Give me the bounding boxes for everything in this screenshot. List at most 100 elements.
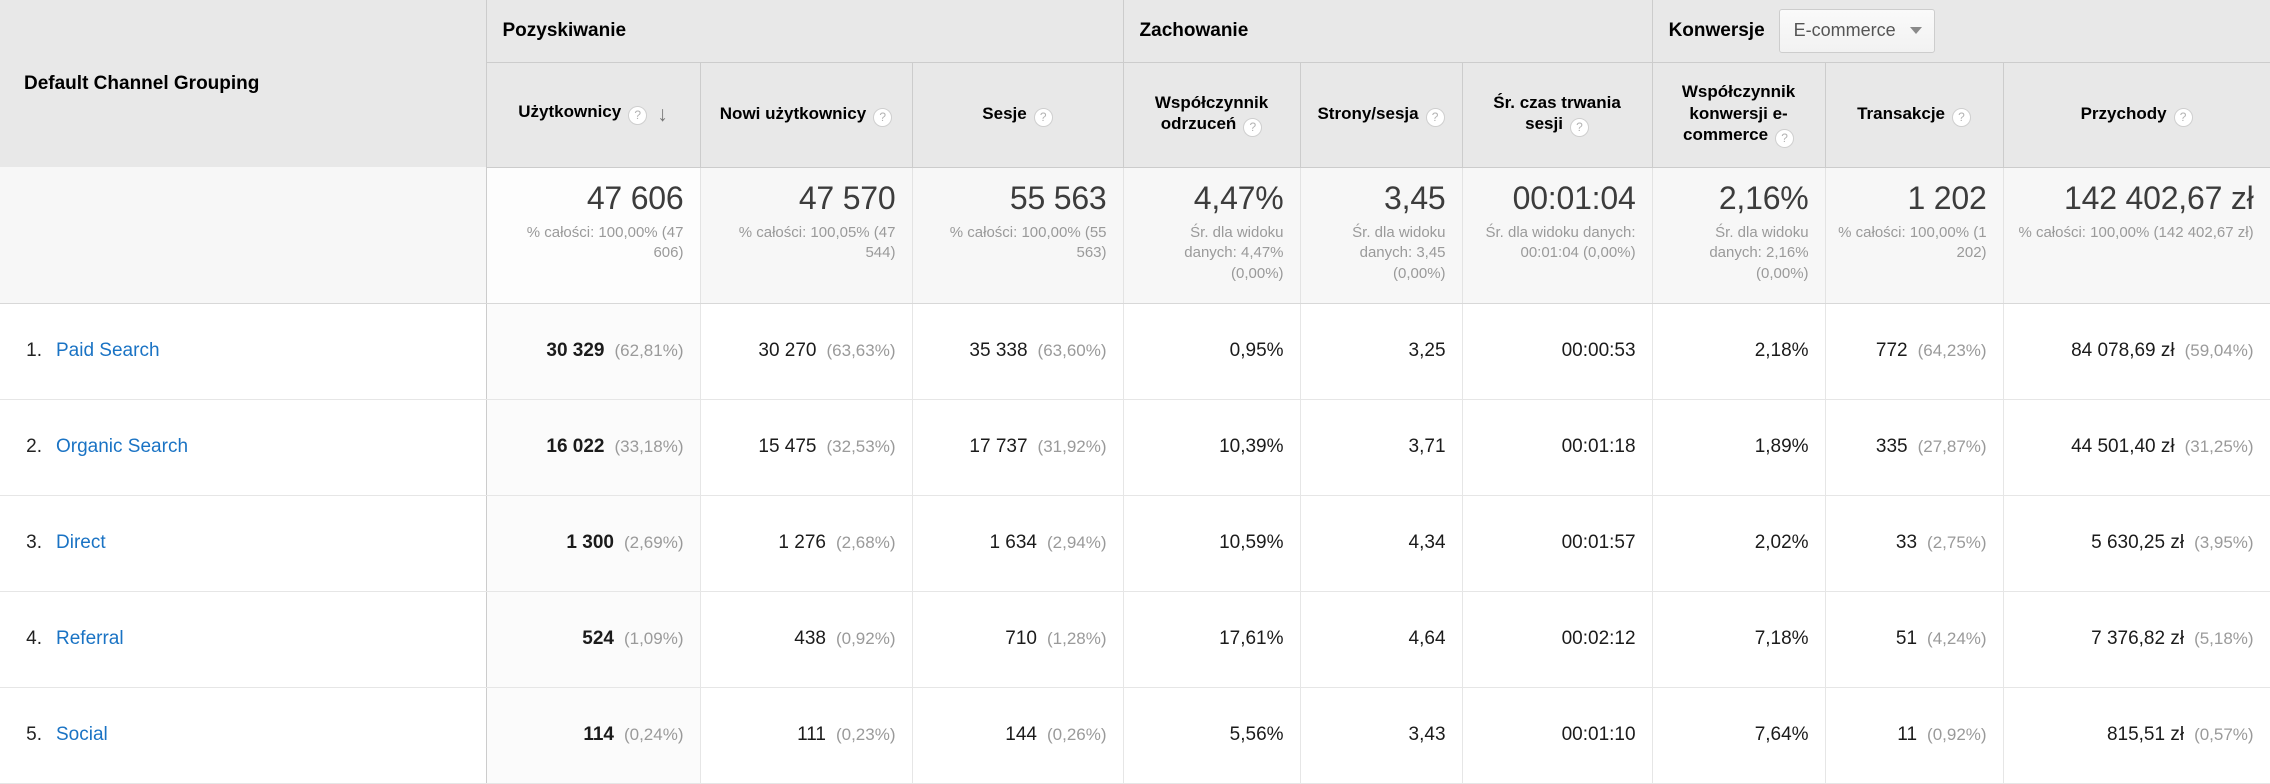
cell-users: 16 022 (33,18%) bbox=[486, 399, 701, 496]
value-sessions-pct: (0,26%) bbox=[1047, 725, 1107, 744]
dimension-header-label: Default Channel Grouping bbox=[24, 72, 260, 94]
help-icon[interactable]: ? bbox=[628, 105, 648, 125]
value-transactions: 772 bbox=[1875, 340, 1908, 361]
help-icon[interactable]: ? bbox=[873, 107, 893, 127]
column-header-bounce-rate[interactable]: Współczynnik odrzuceń? bbox=[1123, 62, 1301, 168]
column-header-transactions[interactable]: Transakcje? bbox=[1825, 62, 2004, 168]
channel-link[interactable]: Organic Search bbox=[56, 436, 188, 458]
cell-revenue: 815,51 zł (0,57%) bbox=[2003, 687, 2270, 784]
help-icon[interactable]: ? bbox=[1952, 107, 1972, 127]
value-users-pct: (1,09%) bbox=[623, 629, 684, 648]
value-users: 524 bbox=[582, 628, 614, 649]
row-dimension-cell: 4. Referral bbox=[0, 591, 487, 688]
dimension-header-cell[interactable]: Default Channel Grouping bbox=[0, 0, 487, 167]
value-sessions: 17 737 bbox=[969, 436, 1028, 457]
column-header-new-users[interactable]: Nowi użytkownicy? bbox=[700, 62, 913, 168]
column-header-revenue[interactable]: Przychody? bbox=[2003, 62, 2270, 168]
conversion-type-dropdown[interactable]: E-commerce bbox=[1778, 8, 1935, 53]
value-new-users-pct: (0,92%) bbox=[835, 629, 896, 648]
value-users-pct: (62,81%) bbox=[614, 341, 684, 360]
channel-link[interactable]: Paid Search bbox=[56, 340, 160, 362]
summary-value-ecommerce-conversion-rate: 2,16% bbox=[1718, 179, 1809, 216]
channel-link[interactable]: Social bbox=[56, 724, 108, 746]
cell-pages-per-session: 4,34 bbox=[1300, 495, 1463, 592]
group-header-behavior: Zachowanie bbox=[1123, 0, 1653, 63]
value-revenue-pct: (59,04%) bbox=[2184, 341, 2254, 360]
table-row: 5. Social 114 (0,24%) 111 (0,23%) 144 (0,26… bbox=[0, 687, 2270, 784]
summary-cell-sessions: 55 563 % całości: 100,00% (55 563) bbox=[912, 167, 1124, 304]
table-row: 4. Referral 524 (1,09%) 438 (0,92%) 710 (1,… bbox=[0, 591, 2270, 688]
cell-avg-session-duration: 00:01:57 bbox=[1462, 495, 1653, 592]
cell-avg-session-duration: 00:01:18 bbox=[1462, 399, 1653, 496]
cell-sessions: 144 (0,26%) bbox=[912, 687, 1124, 784]
column-header-sessions[interactable]: Sesje? bbox=[912, 62, 1124, 168]
cell-revenue: 44 501,40 zł (31,25%) bbox=[2003, 399, 2270, 496]
help-icon[interactable]: ? bbox=[1425, 107, 1445, 127]
value-revenue: 84 078,69 zł bbox=[2071, 340, 2175, 361]
value-users-pct: (2,69%) bbox=[623, 533, 684, 552]
value-revenue: 5 630,25 zł bbox=[2091, 532, 2185, 553]
channel-link[interactable]: Referral bbox=[56, 628, 124, 650]
column-header-ecommerce-conversion-rate[interactable]: Współczynnik konwersji e-commerce? bbox=[1652, 62, 1826, 168]
sort-descending-icon[interactable]: ↓ bbox=[657, 102, 668, 129]
value-revenue: 7 376,82 zł bbox=[2091, 628, 2185, 649]
help-icon[interactable]: ? bbox=[2173, 107, 2193, 127]
help-icon[interactable]: ? bbox=[1033, 107, 1053, 127]
cell-bounce-rate: 0,95% bbox=[1123, 303, 1301, 400]
cell-avg-session-duration: 00:00:53 bbox=[1462, 303, 1653, 400]
conversion-type-value: E-commerce bbox=[1793, 20, 1896, 41]
summary-subtext-revenue: % całości: 100,00% (142 402,67 zł) bbox=[2018, 224, 2254, 242]
value-new-users-pct: (0,23%) bbox=[835, 725, 896, 744]
value-users-pct: (0,24%) bbox=[623, 725, 684, 744]
row-dimension-cell: 3. Direct bbox=[0, 495, 487, 592]
group-header-conversions: Konwersje E-commerce bbox=[1652, 0, 2270, 63]
summary-value-revenue: 142 402,67 zł bbox=[2064, 179, 2254, 216]
row-dimension-cell: 1. Paid Search bbox=[0, 303, 487, 400]
summary-cell-avg-session-duration: 00:01:04 Śr. dla widoku danych: 00:01:04… bbox=[1462, 167, 1653, 304]
cell-users: 30 329 (62,81%) bbox=[486, 303, 701, 400]
cell-revenue: 5 630,25 zł (3,95%) bbox=[2003, 495, 2270, 592]
value-new-users: 438 bbox=[794, 628, 826, 649]
cell-avg-session-duration: 00:01:10 bbox=[1462, 687, 1653, 784]
cell-revenue: 7 376,82 zł (5,18%) bbox=[2003, 591, 2270, 688]
channel-link[interactable]: Direct bbox=[56, 532, 106, 554]
summary-value-users: 47 606 bbox=[586, 179, 684, 216]
column-header-avg-session-duration[interactable]: Śr. czas trwania sesji? bbox=[1462, 62, 1653, 168]
help-icon[interactable]: ? bbox=[1775, 129, 1795, 149]
cell-new-users: 111 (0,23%) bbox=[700, 687, 913, 784]
column-header-pages-per-session[interactable]: Strony/sesja? bbox=[1300, 62, 1463, 168]
value-sessions-pct: (63,60%) bbox=[1037, 341, 1107, 360]
value-users: 16 022 bbox=[546, 436, 605, 457]
row-index: 4. bbox=[26, 628, 42, 649]
value-new-users: 1 276 bbox=[778, 532, 826, 553]
cell-new-users: 438 (0,92%) bbox=[700, 591, 913, 688]
summary-subtext-sessions: % całości: 100,00% (55 563) bbox=[949, 224, 1107, 262]
column-label-avg-session-duration: Śr. czas trwania sesji bbox=[1493, 92, 1621, 134]
value-transactions: 51 bbox=[1895, 628, 1918, 649]
summary-value-bounce-rate: 4,47% bbox=[1193, 179, 1284, 216]
value-sessions: 710 bbox=[1005, 628, 1037, 649]
value-transactions: 11 bbox=[1897, 724, 1918, 745]
column-label-pages-per-session: Strony/sesja bbox=[1317, 103, 1419, 123]
value-transactions: 33 bbox=[1895, 532, 1918, 553]
cell-ecommerce-conversion-rate: 1,89% bbox=[1652, 399, 1826, 496]
summary-subtext-bounce-rate: Śr. dla widoku danych: 4,47% (0,00%) bbox=[1184, 224, 1284, 282]
cell-revenue: 84 078,69 zł (59,04%) bbox=[2003, 303, 2270, 400]
value-transactions-pct: (4,24%) bbox=[1927, 629, 1987, 648]
column-header-users[interactable]: Użytkownicy? ↓ bbox=[486, 62, 701, 168]
summary-cell-ecommerce-conversion-rate: 2,16% Śr. dla widoku danych: 2,16% (0,00… bbox=[1652, 167, 1826, 304]
value-transactions-pct: (0,92%) bbox=[1927, 725, 1987, 744]
help-icon[interactable]: ? bbox=[1569, 118, 1589, 138]
row-index: 3. bbox=[26, 532, 42, 553]
help-icon[interactable]: ? bbox=[1243, 118, 1263, 138]
cell-sessions: 710 (1,28%) bbox=[912, 591, 1124, 688]
value-sessions-pct: (2,94%) bbox=[1047, 533, 1107, 552]
summary-cell-users: 47 606 % całości: 100,00% (47 606) bbox=[486, 167, 701, 304]
cell-transactions: 335 (27,87%) bbox=[1825, 399, 2004, 496]
value-sessions-pct: (1,28%) bbox=[1047, 629, 1107, 648]
cell-ecommerce-conversion-rate: 7,64% bbox=[1652, 687, 1826, 784]
value-users: 1 300 bbox=[566, 532, 614, 553]
row-index: 5. bbox=[26, 724, 42, 745]
cell-users: 1 300 (2,69%) bbox=[486, 495, 701, 592]
value-revenue: 815,51 zł bbox=[2106, 724, 2185, 745]
